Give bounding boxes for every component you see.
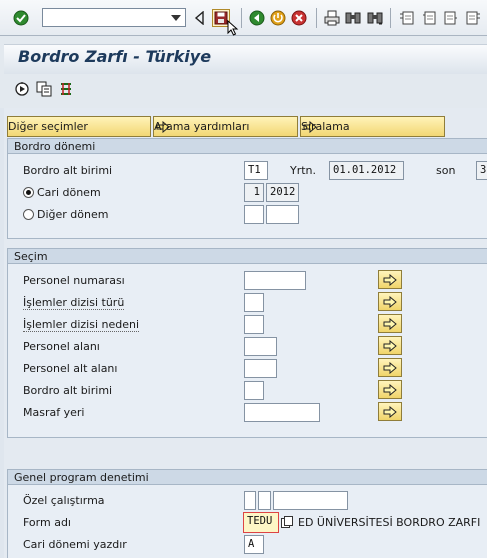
payroll-area-field[interactable]: T1 [244,161,268,180]
exit-icon[interactable] [269,9,287,27]
cancel-icon[interactable] [290,9,308,27]
personnel-area-label: Personel alanı [23,340,100,353]
arrow-right-icon [383,361,397,374]
multiple-selection-button[interactable] [378,358,402,377]
current-period-number: 1 [244,183,264,202]
chevron-down-icon[interactable] [171,15,181,21]
print-icon[interactable] [323,9,341,27]
retro-label: Yrtn. [290,164,317,177]
toolbar-separator [241,8,242,28]
search-helps-label: Arama yardımları [154,120,250,133]
sorting-button[interactable]: Sıralama [300,116,445,137]
other-period-number[interactable] [244,205,264,224]
search-help-icon[interactable] [281,516,293,528]
personnel-area-field[interactable] [244,337,277,356]
special-run-field-2[interactable] [258,491,271,510]
action-type-label: İşlemler dizisi türü [23,296,125,310]
action-type-field[interactable] [244,293,264,312]
multiple-selection-button[interactable] [378,292,402,311]
find-next-icon[interactable] [366,9,384,27]
print-current-period-label: Cari dönemi yazdır [23,538,127,551]
action-reason-field[interactable] [244,315,264,334]
arrow-right-icon [383,383,397,396]
personnel-subarea-field[interactable] [244,359,277,378]
last-page-icon[interactable] [464,9,482,27]
special-run-field-1[interactable] [244,491,256,510]
arrow-right-icon [383,339,397,352]
arrow-right-icon [383,317,397,330]
personnel-subarea-label: Personel alt alanı [23,362,118,375]
special-run-field-3[interactable] [273,491,348,510]
toolbar-separator [316,8,317,28]
other-period-label: Diğer dönem [37,208,109,221]
multiple-selection-button[interactable] [378,270,402,289]
selection-row-label: İşlemler dizisi türü [23,296,125,310]
command-field[interactable] [42,8,186,27]
mouse-cursor-icon [226,20,240,36]
payroll-subunit-label: Bordro alt birimi [23,384,113,397]
arrow-right-icon [383,405,397,418]
personnel-number-field[interactable] [244,271,306,290]
selection-icon[interactable] [57,80,75,98]
prev-page-icon[interactable] [420,9,438,27]
special-run-label: Özel çalıştırma [23,494,105,507]
enter-icon[interactable] [12,9,30,27]
other-selections-label: Diğer seçimler [8,120,88,133]
execute-icon[interactable] [13,80,31,98]
current-period-radio[interactable] [23,187,34,198]
search-helps-button[interactable]: Arama yardımları [153,116,298,137]
find-icon[interactable] [344,9,362,27]
selection-header: Seçim [8,249,487,264]
form-description: ED ÜNİVERSİTESİ BORDRO ZARFI [298,516,481,529]
print-current-period-field[interactable]: A [244,535,264,554]
multiple-selection-button[interactable] [378,314,402,333]
form-name-label: Form adı [23,516,71,529]
payroll-area-label: Bordro alt birimi [23,164,113,177]
cost-center-label: Masraf yeri [23,406,85,419]
selection-row-label: İşlemler dizisi nedeni [23,318,140,332]
title-area: Bordro Zarfı - Türkiye [0,36,487,108]
cost-center-field[interactable] [244,403,320,422]
current-period-year: 2012 [266,183,299,202]
first-page-icon[interactable] [398,9,416,27]
next-page-icon[interactable] [442,9,460,27]
toolbar-separator [390,8,391,28]
system-toolbar [0,0,487,36]
page-title: Bordro Zarfı - Türkiye [18,47,212,66]
payroll-subunit-field[interactable] [244,381,264,400]
end-date-field: 31 [476,161,487,180]
multiple-selection-button[interactable] [378,336,402,355]
payroll-period-header: Bordro dönemi [8,139,487,154]
selection-row-label: Personel numarası [23,274,125,287]
program-control-header: Genel program denetimi [8,470,487,485]
arrow-right-icon [383,273,397,286]
form-name-field[interactable]: TEDU [243,512,279,533]
multiple-selection-button[interactable] [378,402,402,421]
other-selections-button[interactable]: Diğer seçimler [7,116,151,137]
arrow-right-icon [383,295,397,308]
sorting-label: Sıralama [301,120,350,133]
copy-icon[interactable] [35,80,53,98]
current-period-label: Cari dönem [37,186,101,199]
back-nav-icon[interactable] [191,9,209,27]
other-period-year[interactable] [266,205,299,224]
other-period-radio[interactable] [23,209,34,220]
retro-date-field: 01.01.2012 [329,161,404,180]
back-icon[interactable] [248,9,266,27]
multiple-selection-button[interactable] [378,380,402,399]
action-reason-label: İşlemler dizisi nedeni [23,318,140,332]
end-label: son [436,164,456,177]
